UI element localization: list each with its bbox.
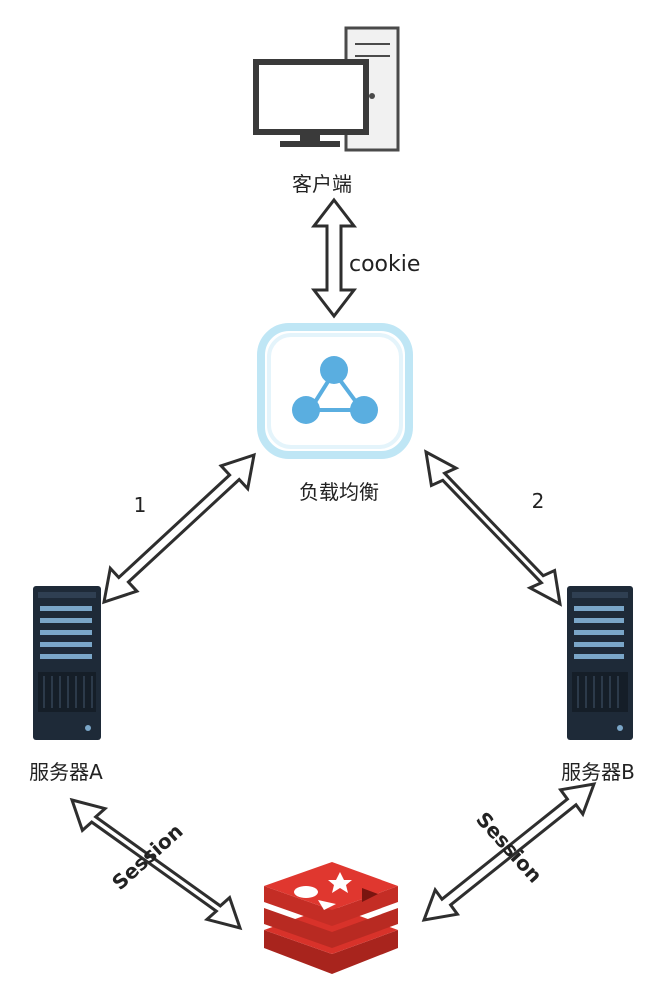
architecture-diagram: 客户端 cookie 负载均衡 1 2 服务器A 服务器B Session Se… xyxy=(29,26,635,974)
redis-logo-icon xyxy=(264,862,398,974)
client-lb-arrow xyxy=(310,197,358,319)
server-b-label: 服务器B xyxy=(561,760,635,784)
cookie-label: cookie xyxy=(349,252,420,277)
server-rack-icon xyxy=(567,586,633,740)
route-1-label: 1 xyxy=(134,493,147,517)
load-balancer-label: 负载均衡 xyxy=(299,480,379,504)
network-hub-icon xyxy=(257,323,413,459)
lb-server-a-arrow xyxy=(102,452,256,605)
route-2-label: 2 xyxy=(532,489,545,513)
desktop-computer-icon xyxy=(253,26,400,152)
server-a-label: 服务器A xyxy=(29,760,103,784)
server-rack-icon xyxy=(33,586,101,740)
lb-server-b-arrow xyxy=(424,449,562,607)
client-label: 客户端 xyxy=(292,172,352,196)
